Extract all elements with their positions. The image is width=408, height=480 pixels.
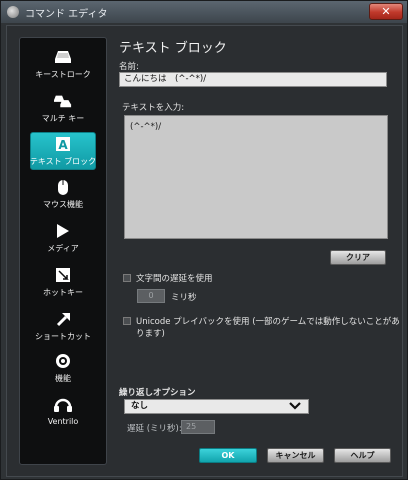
multi-key-icon (54, 92, 72, 110)
sidebar-item-ventrilo[interactable]: Ventrilo (30, 394, 96, 432)
chevron-down-icon (289, 401, 301, 416)
ventrilo-headset-icon (54, 396, 72, 414)
ok-button[interactable]: OK (199, 448, 257, 463)
mouse-icon (54, 178, 72, 196)
close-button[interactable]: ✕ (369, 3, 403, 20)
sidebar-item-label: ホットキー (43, 288, 83, 297)
name-label: 名前: (119, 62, 139, 72)
text-block-textarea[interactable]: (^-^*)/ (124, 115, 388, 239)
unicode-playback-checkbox[interactable] (123, 317, 131, 325)
shortcut-arrow-icon (54, 310, 72, 328)
sidebar-item-text-block[interactable]: A テキスト ブロック (30, 132, 96, 170)
sidebar-item-shortcut[interactable]: ショートカット (30, 308, 96, 346)
hotkey-icon (54, 266, 72, 284)
sidebar-item-function[interactable]: 機能 (30, 350, 96, 388)
sidebar-item-label: Ventrilo (47, 417, 79, 426)
char-delay-input[interactable]: 0 (137, 289, 165, 303)
sidebar-item-label: 機能 (55, 374, 71, 383)
char-delay-unit: ミリ秒 (171, 293, 197, 303)
repeat-mode-select[interactable]: なし (124, 399, 309, 414)
sidebar-item-label: マルチ キー (41, 114, 85, 123)
sidebar-item-keystroke[interactable]: キーストローク (30, 46, 96, 84)
window-title: コマンド エディタ (25, 8, 108, 20)
repeat-options-title: 繰り返しオプション (119, 388, 196, 398)
repeat-delay-label: 遅延 (ミリ秒): (127, 424, 182, 434)
sidebar-item-multi-key[interactable]: マルチ キー (30, 90, 96, 128)
svg-text:A: A (58, 138, 68, 152)
clear-button[interactable]: クリア (330, 250, 386, 265)
function-icon (54, 352, 72, 370)
sidebar-item-label: テキスト ブロック (29, 157, 97, 166)
command-type-sidebar: キーストローク マルチ キー A テキスト ブロック マウス機能 メディア ホッ… (19, 37, 107, 465)
cancel-button[interactable]: キャンセル (267, 448, 324, 463)
repeat-delay-input[interactable]: 25 (181, 420, 215, 434)
text-block-icon: A (54, 135, 72, 153)
repeat-mode-value: なし (131, 401, 149, 411)
play-icon (54, 222, 72, 240)
sidebar-item-media[interactable]: メディア (30, 220, 96, 258)
sidebar-item-label: ショートカット (35, 332, 91, 341)
title-bar[interactable]: コマンド エディタ ✕ (1, 1, 407, 23)
unicode-playback-label: Unicode プレイバックを使用 (一部のゲームでは動作しないことがあります) (136, 317, 400, 339)
help-button[interactable]: ヘルプ (334, 448, 391, 463)
name-input[interactable]: こんにちは (^-^*)/ (119, 72, 387, 87)
char-delay-checkbox[interactable] (123, 274, 131, 282)
sidebar-item-label: キーストローク (35, 70, 91, 79)
app-logo-icon (7, 6, 19, 18)
sidebar-item-hotkey[interactable]: ホットキー (30, 264, 96, 302)
text-input-label: テキストを入力: (122, 103, 185, 113)
section-title: テキスト ブロック (119, 41, 227, 56)
sidebar-item-label: メディア (47, 244, 79, 253)
sidebar-item-mouse-function[interactable]: マウス機能 (30, 176, 96, 214)
command-editor-window: コマンド エディタ ✕ キーストローク マルチ キー A テキスト ブロック マ… (0, 0, 408, 480)
sidebar-item-label: マウス機能 (43, 200, 83, 209)
key-icon (54, 48, 72, 66)
char-delay-label: 文字間の遅延を使用 (136, 274, 213, 284)
